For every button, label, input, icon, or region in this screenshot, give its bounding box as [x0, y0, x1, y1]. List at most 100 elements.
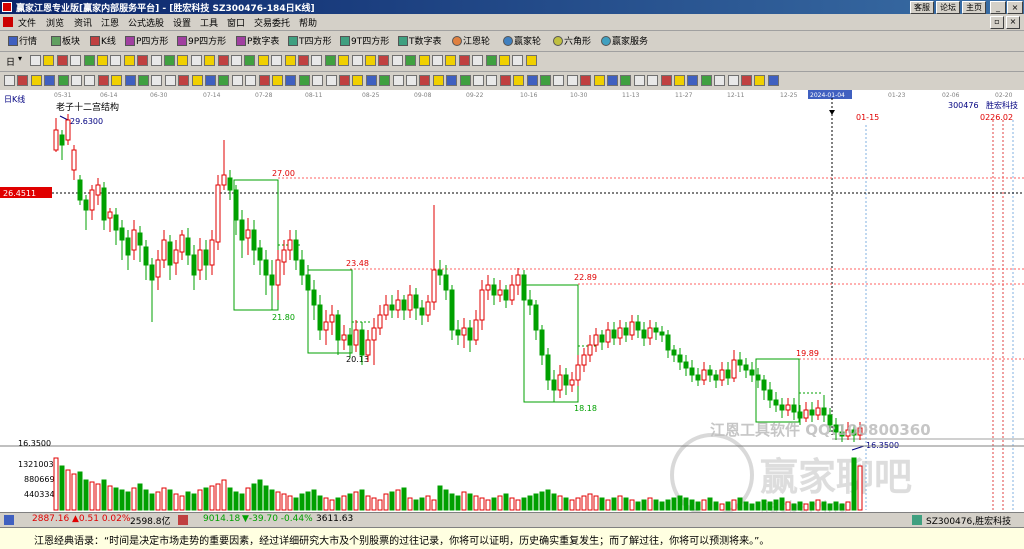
tool-icon[interactable]	[459, 75, 471, 86]
tool-icon[interactable]	[593, 75, 605, 86]
minimize-icon[interactable]: _	[990, 1, 1006, 14]
kline-chart-panel[interactable]: 05-31 06-14 06-30 07-14 07-28 08-11 08-25 09-08…	[0, 90, 1024, 517]
tool-icon[interactable]	[526, 75, 538, 86]
tool-icon[interactable]	[71, 75, 82, 86]
tool-icon[interactable]	[70, 55, 82, 66]
menu-news[interactable]: 资讯	[74, 16, 92, 29]
toolbar-hexagon[interactable]: 六角形	[553, 34, 591, 47]
menu-gann[interactable]: 江恩	[101, 16, 119, 29]
toolbar-p-table[interactable]: P数字表	[236, 34, 279, 47]
tool-icon[interactable]	[298, 75, 310, 86]
tool-icon[interactable]	[164, 75, 176, 86]
tool-icon[interactable]	[392, 75, 404, 86]
tool-icon[interactable]	[84, 75, 96, 86]
tool-icon[interactable]	[271, 55, 283, 66]
tool-icon[interactable]	[406, 75, 417, 86]
tool-icon[interactable]	[620, 75, 632, 86]
tool-icon[interactable]	[30, 75, 42, 86]
tool-icon[interactable]	[419, 75, 431, 86]
tool-icon[interactable]	[110, 55, 122, 66]
tool-icon[interactable]	[607, 75, 618, 86]
tool-icon[interactable]	[338, 55, 350, 66]
tool-icon[interactable]	[499, 55, 510, 66]
tool-icon[interactable]	[418, 55, 430, 66]
tool-icon[interactable]	[245, 75, 257, 86]
tool-icon[interactable]	[754, 75, 766, 86]
toolbar-quotes[interactable]: 行情	[8, 34, 37, 47]
tool-icon[interactable]	[525, 55, 537, 66]
tool-icon[interactable]	[272, 75, 283, 86]
period-dropdown[interactable]: 日	[6, 55, 15, 68]
tool-icon[interactable]	[231, 55, 242, 66]
menu-settings[interactable]: 设置	[173, 16, 191, 29]
homepage-button[interactable]: 主页	[962, 1, 986, 14]
menu-window[interactable]: 窗口	[227, 16, 245, 29]
tool-icon[interactable]	[56, 55, 68, 66]
tool-icon[interactable]	[178, 75, 190, 86]
tool-icon[interactable]	[190, 55, 202, 66]
tool-icon[interactable]	[379, 75, 391, 86]
menu-trade[interactable]: 交易委托	[254, 16, 290, 29]
toolbar-t-table[interactable]: T数字表	[398, 34, 442, 47]
tool-icon[interactable]	[432, 55, 443, 66]
tool-icon[interactable]	[244, 55, 256, 66]
tool-icon[interactable]	[111, 75, 123, 86]
tool-icon[interactable]	[486, 75, 498, 86]
customer-service-button[interactable]: 客服	[910, 1, 934, 14]
tool-icon[interactable]	[205, 75, 216, 86]
menu-tools[interactable]: 工具	[200, 16, 218, 29]
tool-icon[interactable]	[177, 55, 189, 66]
menu-browse[interactable]: 浏览	[46, 16, 64, 29]
tool-icon[interactable]	[473, 75, 484, 86]
tool-icon[interactable]	[124, 75, 136, 86]
tool-icon[interactable]	[741, 75, 752, 86]
tool-icon[interactable]	[405, 55, 417, 66]
tool-icon[interactable]	[285, 75, 297, 86]
tool-icon[interactable]	[365, 55, 376, 66]
tool-icon[interactable]	[458, 55, 470, 66]
tool-icon[interactable]	[351, 55, 363, 66]
tool-icon[interactable]	[485, 55, 497, 66]
close-icon[interactable]: ×	[1007, 1, 1023, 14]
tool-icon[interactable]	[512, 55, 524, 66]
restore-window-icon[interactable]: ▫	[990, 16, 1004, 29]
tool-icon[interactable]	[700, 75, 712, 86]
menu-help[interactable]: 帮助	[299, 16, 317, 29]
tool-icon[interactable]	[284, 55, 296, 66]
toolbar-winner-wheel[interactable]: 赢家轮	[503, 34, 541, 47]
tool-icon[interactable]	[97, 55, 108, 66]
tool-icon[interactable]	[17, 75, 29, 86]
tool-icon[interactable]	[513, 75, 525, 86]
tool-icon[interactable]	[660, 75, 672, 86]
tool-icon[interactable]	[767, 75, 779, 86]
tool-icon[interactable]	[258, 75, 270, 86]
tool-icon[interactable]	[391, 55, 403, 66]
tool-icon[interactable]	[231, 75, 243, 86]
tool-icon[interactable]	[633, 75, 645, 86]
toolbar-p-square[interactable]: P四方形	[125, 34, 168, 47]
tool-icon[interactable]	[137, 55, 149, 66]
toolbar-service[interactable]: 赢家服务	[601, 34, 648, 47]
tool-icon[interactable]	[257, 55, 269, 66]
tool-icon[interactable]	[44, 75, 56, 86]
tool-icon[interactable]	[365, 75, 377, 86]
tool-icon[interactable]	[218, 75, 230, 86]
toolbar-t-square[interactable]: T四方形	[288, 34, 332, 47]
chevron-down-icon[interactable]: ▾	[18, 54, 22, 63]
tool-icon[interactable]	[553, 75, 565, 86]
kline-chart[interactable]: 05-31 06-14 06-30 07-14 07-28 08-11 08-25 09-08…	[0, 90, 1024, 517]
tool-icon[interactable]	[687, 75, 699, 86]
tool-icon[interactable]	[97, 75, 109, 86]
tool-icon[interactable]	[540, 75, 551, 86]
tool-icon[interactable]	[432, 75, 444, 86]
tool-icon[interactable]	[217, 55, 229, 66]
tool-icon[interactable]	[472, 55, 484, 66]
toolbar-kline[interactable]: K线	[90, 34, 116, 47]
tool-icon[interactable]	[647, 75, 659, 86]
tool-icon[interactable]	[566, 75, 578, 86]
menu-formula[interactable]: 公式选股	[128, 16, 164, 29]
tool-icon[interactable]	[57, 75, 69, 86]
tool-icon[interactable]	[499, 75, 511, 86]
toolbar-9t-square[interactable]: 9T四方形	[340, 34, 389, 47]
tool-icon[interactable]	[191, 75, 203, 86]
